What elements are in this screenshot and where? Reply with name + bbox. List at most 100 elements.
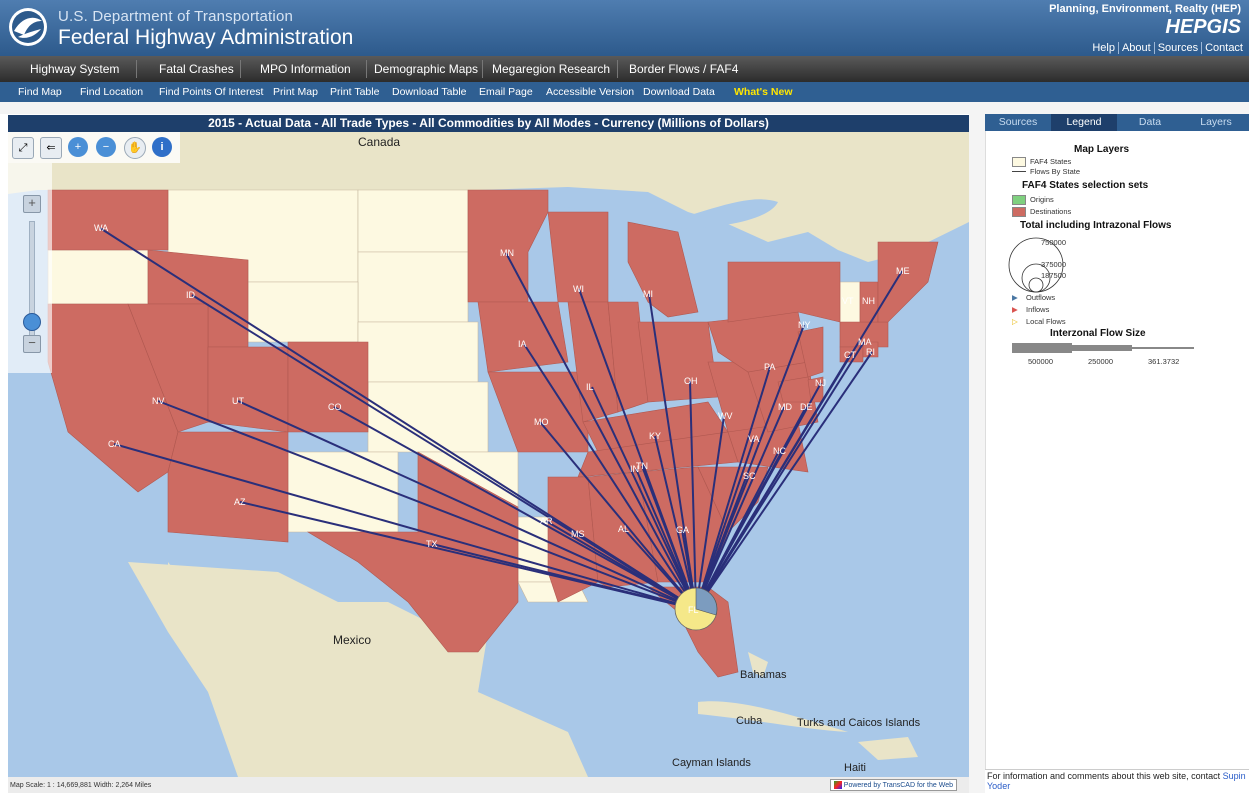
place-bahamas: Bahamas [740,669,787,681]
menu-highway-system[interactable]: Highway System [30,62,119,76]
dot-logo-icon[interactable] [8,7,48,47]
print-table-link[interactable]: Print Table [330,86,379,98]
menu-divider [617,60,618,78]
state-label: MI [643,289,653,299]
legend-origins: Origins [1030,195,1054,204]
state-label: WI [573,284,584,294]
find-location-link[interactable]: Find Location [80,86,143,98]
legend-inflows: Inflows [1026,305,1050,314]
destinations-swatch [1012,207,1026,217]
legend-outflows: Outflows [1026,293,1056,302]
state-nd[interactable] [357,189,469,253]
state-label: RI [866,347,875,357]
print-map-link[interactable]: Print Map [273,86,318,98]
tab-data[interactable]: Data [1117,114,1183,131]
download-data-link[interactable]: Download Data [643,86,715,98]
zoom-out-icon[interactable]: − [96,137,116,157]
program-title: Planning, Environment, Realty (HEP) [1049,3,1241,15]
map-scale-text: Map Scale: 1 : 14,669,881 Width: 2,264 M… [10,782,152,789]
hispaniola-land [858,737,918,760]
map-canvas[interactable]: FL WA ID MN WI MI ME NY IA IL IN OH PA N… [8,132,969,777]
map-svg[interactable]: FL WA ID MN WI MI ME NY IA IL IN OH PA N… [8,132,969,777]
state-label: KY [649,431,661,441]
state-label: OH [684,376,698,386]
state-label: NY [798,320,811,330]
transcad-icon [833,781,842,789]
sub-menu: Find Map Find Location Find Points Of In… [0,82,1249,102]
circle-value-large: 750000 [1041,238,1067,247]
state-label: VA [748,434,759,444]
state-ny[interactable] [727,261,841,323]
about-link[interactable]: About [1117,42,1151,54]
sources-link[interactable]: Sources [1153,42,1199,54]
legend-heading-total-flows: Total including Intrazonal Flows [1020,220,1172,231]
menu-demographic-maps[interactable]: Demographic Maps [374,62,478,76]
state-wa[interactable] [47,189,169,251]
utility-links: Help About Sources Contact [1089,42,1243,54]
state-label: CA [108,439,121,449]
legend-flows-by-state: Flows By State [1030,167,1081,176]
powered-by-badge[interactable]: Powered by TransCAD for the Web [829,779,957,791]
pan-hand-icon[interactable]: ✋ [124,137,146,159]
state-label: SC [743,471,756,481]
menu-fatal-crashes[interactable]: Fatal Crashes [159,62,234,76]
state-label: MO [534,417,549,427]
state-mn[interactable] [467,189,549,303]
state-label: AZ [234,497,246,507]
state-label: UT [232,396,244,406]
tab-sources[interactable]: Sources [985,114,1051,131]
state-label: MA [858,337,872,347]
state-label: TX [426,539,438,549]
state-ia[interactable] [477,301,569,373]
map-status-bar: Map Scale: 1 : 14,669,881 Width: 2,264 M… [8,777,969,793]
zoom-out-button[interactable]: − [23,335,41,353]
state-or[interactable] [47,249,149,305]
state-label: CO [328,402,342,412]
zoom-in-button[interactable]: + [23,195,41,213]
tab-legend[interactable]: Legend [1051,114,1117,131]
previous-extent-icon[interactable]: ⇐ [40,137,62,159]
zoom-knob[interactable] [23,313,41,331]
circle-value-medium: 375000 [1041,260,1067,269]
accessible-version-link[interactable]: Accessible Version [546,86,634,98]
menu-megaregion-research[interactable]: Megaregion Research [492,62,610,76]
state-az[interactable] [167,431,289,543]
flow-line-symbol [1012,171,1026,172]
state-mo[interactable] [487,371,589,453]
agency-name[interactable]: Federal Highway Administration [58,26,353,50]
find-poi-link[interactable]: Find Points Of Interest [159,86,263,98]
state-oh[interactable] [637,321,719,403]
find-map-link[interactable]: Find Map [18,86,62,98]
state-label: VT [842,296,854,306]
map-title: 2015 - Actual Data - All Trade Types - A… [8,115,969,132]
legend-panel: Map Layers FAF4 States Flows By State FA… [985,131,1249,769]
info-icon[interactable]: i [152,137,172,157]
zoom-in-icon[interactable]: + [68,137,88,157]
tab-layers[interactable]: Layers [1183,114,1249,131]
state-ne[interactable] [357,321,479,383]
florida-pie-symbol[interactable]: FL [674,587,718,631]
state-label: NC [773,446,786,456]
help-link[interactable]: Help [1092,42,1115,54]
powered-by-text: Powered by TransCAD for the Web [843,781,953,789]
legend-destinations: Destinations [1030,207,1072,216]
state-sd[interactable] [357,251,469,323]
email-page-link[interactable]: Email Page [479,86,533,98]
state-label: CT [844,350,856,360]
full-extent-icon[interactable]: ⤢ [12,137,34,159]
download-table-link[interactable]: Download Table [392,86,467,98]
menu-border-flows[interactable]: Border Flows / FAF4 [629,62,738,76]
state-label: ID [186,290,196,300]
menu-mpo-information[interactable]: MPO Information [260,62,351,76]
interzonal-value-1: 500000 [1028,357,1054,366]
legend-heading-interzonal: Interzonal Flow Size [1050,328,1146,339]
whats-new-link[interactable]: What's New [734,86,793,98]
contact-link[interactable]: Contact [1201,42,1243,54]
contact-footer: For information and comments about this … [985,769,1249,793]
state-me[interactable] [877,241,939,323]
place-cuba: Cuba [736,715,763,727]
zoom-slider[interactable]: + − [8,163,52,373]
interzonal-size-bar [1012,343,1194,353]
mexico-land [128,562,588,777]
state-label: IL [586,382,594,392]
